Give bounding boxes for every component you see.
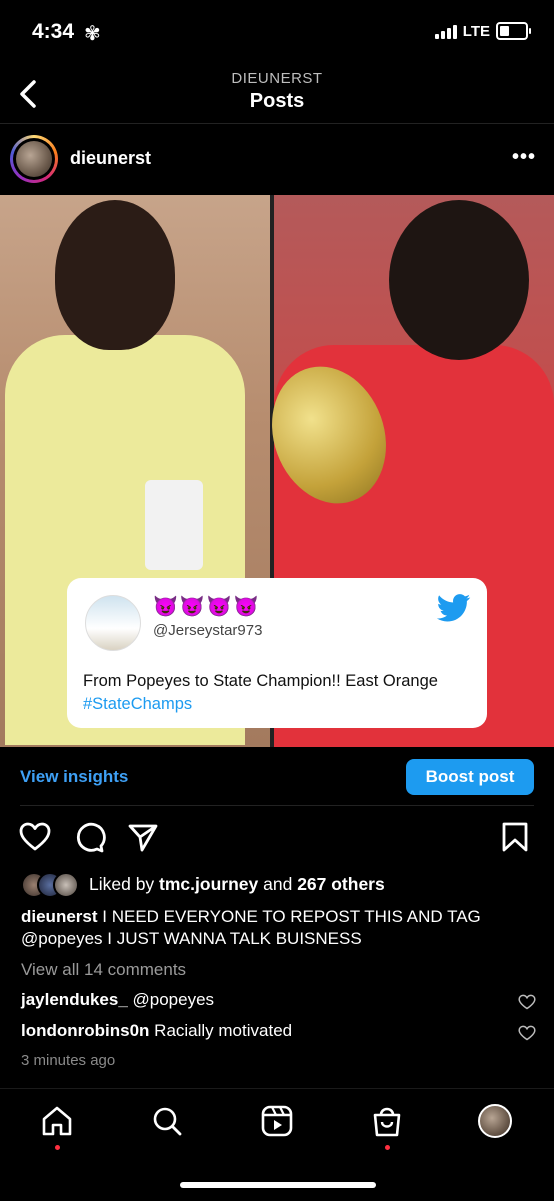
header-divider xyxy=(0,123,554,124)
comment-like-icon[interactable] xyxy=(518,994,536,1010)
likes-count[interactable]: 267 others xyxy=(297,874,385,894)
boost-post-button[interactable]: Boost post xyxy=(406,759,534,795)
post-image[interactable]: 😈😈😈😈 @Jerseystar973 From Popeyes to Stat… xyxy=(0,195,554,747)
shop-notification-dot xyxy=(385,1145,390,1150)
liker-avatar xyxy=(53,872,79,898)
network-label: LTE xyxy=(462,22,490,40)
share-icon[interactable] xyxy=(126,820,160,854)
more-options-icon[interactable]: ••• xyxy=(512,146,536,169)
likes-text[interactable]: Liked by tmc.journey and 267 others xyxy=(89,874,385,895)
tweet-card: 😈😈😈😈 @Jerseystar973 From Popeyes to Stat… xyxy=(67,578,487,728)
home-indicator[interactable] xyxy=(180,1182,376,1188)
likes-prefix: Liked by xyxy=(89,874,160,894)
comment-username[interactable]: jaylendukes_ xyxy=(21,990,128,1009)
comment-icon[interactable] xyxy=(72,820,106,854)
comment-like-icon[interactable] xyxy=(518,1025,536,1041)
post-username[interactable]: dieunerst xyxy=(70,148,151,169)
battery-icon xyxy=(496,22,531,40)
tweet-avatar xyxy=(85,595,141,651)
header-subtitle: DIEUNERST xyxy=(231,70,323,87)
post-timestamp: 3 minutes ago xyxy=(21,1052,116,1069)
reels-icon[interactable] xyxy=(260,1104,294,1138)
home-icon[interactable] xyxy=(40,1104,74,1138)
comment-item: jaylendukes_ @popeyes xyxy=(21,990,214,1010)
insights-divider xyxy=(20,805,534,806)
home-notification-dot xyxy=(55,1145,60,1150)
twitter-bird-icon xyxy=(437,594,471,622)
view-all-comments-link[interactable]: View all 14 comments xyxy=(21,960,186,980)
heart-icon[interactable] xyxy=(18,820,52,854)
avatar[interactable] xyxy=(16,141,52,177)
tweet-text: From Popeyes to State Champion!! East Or… xyxy=(83,670,478,716)
tweet-display-name: 😈😈😈😈 xyxy=(153,596,261,618)
flower-icon: ✾ xyxy=(84,23,101,45)
page-title: Posts xyxy=(249,90,305,112)
tweet-hashtag: #StateChamps xyxy=(83,695,193,713)
comment-text: Racially motivated xyxy=(149,1021,293,1040)
photo-cup xyxy=(145,480,203,570)
photo-player-head xyxy=(389,200,529,360)
photo-figure-head xyxy=(55,200,175,350)
status-indicators: LTE xyxy=(434,22,531,40)
caption-username[interactable]: dieunerst xyxy=(21,907,98,926)
comment-text: @popeyes xyxy=(127,990,215,1009)
status-time: 4:34 xyxy=(32,20,75,43)
signal-icon xyxy=(434,23,457,39)
view-insights-link[interactable]: View insights xyxy=(20,767,128,787)
comment-username[interactable]: londonrobins0n xyxy=(21,1021,149,1040)
bookmark-icon[interactable] xyxy=(498,820,532,854)
search-icon[interactable] xyxy=(150,1104,184,1138)
post-caption: dieunerst I NEED EVERYONE TO REPOST THIS… xyxy=(21,906,536,950)
profile-tab-avatar[interactable] xyxy=(478,1104,512,1138)
tweet-body: From Popeyes to State Champion!! East Or… xyxy=(83,672,438,690)
likes-user[interactable]: tmc.journey xyxy=(159,874,258,894)
tweet-handle: @Jerseystar973 xyxy=(153,622,263,639)
likes-middle: and xyxy=(258,874,298,894)
comment-item: londonrobins0n Racially motivated xyxy=(21,1021,292,1041)
shop-icon[interactable] xyxy=(370,1104,404,1138)
